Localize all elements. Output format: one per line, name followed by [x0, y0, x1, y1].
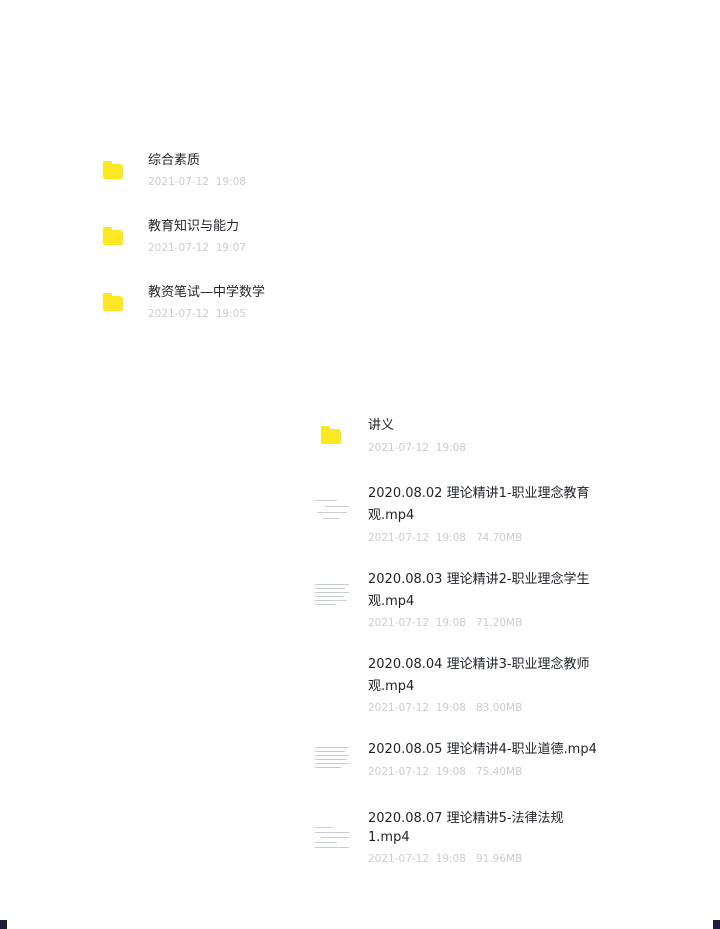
file-meta: 2021-07-12 19:08 74.70MB — [368, 532, 523, 544]
video-thumbnail — [313, 744, 351, 774]
folder-date: 2021-07-12 19:07 — [148, 242, 246, 254]
file-meta: 2021-07-12 19:08 83.00MB — [368, 702, 523, 714]
folder-date: 2021-07-12 19:08 — [148, 176, 246, 188]
right-corner-mark — [713, 920, 720, 929]
video-thumbnail — [313, 580, 351, 610]
video-thumbnail — [313, 823, 351, 853]
folder-date: 2021-07-12 19:08 — [368, 442, 466, 454]
folder-icon — [103, 293, 123, 311]
folder-icon — [103, 161, 123, 179]
folder-name: 教资笔试—中学数学 — [148, 285, 266, 300]
file-meta: 2021-07-12 19:08 91.96MB — [368, 853, 523, 865]
file-name-line1: 2020.08.07 理论精讲5-法律法规 — [368, 811, 564, 826]
file-meta: 2021-07-12 19:08 71.20MB — [368, 617, 523, 629]
file-name-line1: 2020.08.04 理论精讲3-职业理念教师 — [368, 657, 590, 672]
folder-icon — [103, 227, 123, 245]
video-thumbnail — [313, 665, 351, 695]
file-name: 2020.08.05 理论精讲4-职业道德.mp4 — [368, 742, 597, 757]
file-name-line2: 观.mp4 — [368, 508, 415, 523]
folder-name: 综合素质 — [148, 153, 201, 168]
left-corner-mark — [0, 920, 7, 929]
folder-name: 教育知识与能力 — [148, 219, 240, 234]
folder-icon — [321, 426, 341, 444]
file-name-line1: 2020.08.02 理论精讲1-职业理念教育 — [368, 486, 590, 501]
file-name-line2: 观.mp4 — [368, 679, 415, 694]
file-meta: 2021-07-12 19:08 75.40MB — [368, 766, 523, 778]
file-name-line2: 1.mp4 — [368, 830, 410, 845]
folder-name: 讲义 — [368, 418, 395, 433]
video-thumbnail — [313, 494, 351, 524]
folder-date: 2021-07-12 19:05 — [148, 308, 246, 320]
file-name-line2: 观.mp4 — [368, 594, 415, 609]
file-name-line1: 2020.08.03 理论精讲2-职业理念学生 — [368, 572, 590, 587]
